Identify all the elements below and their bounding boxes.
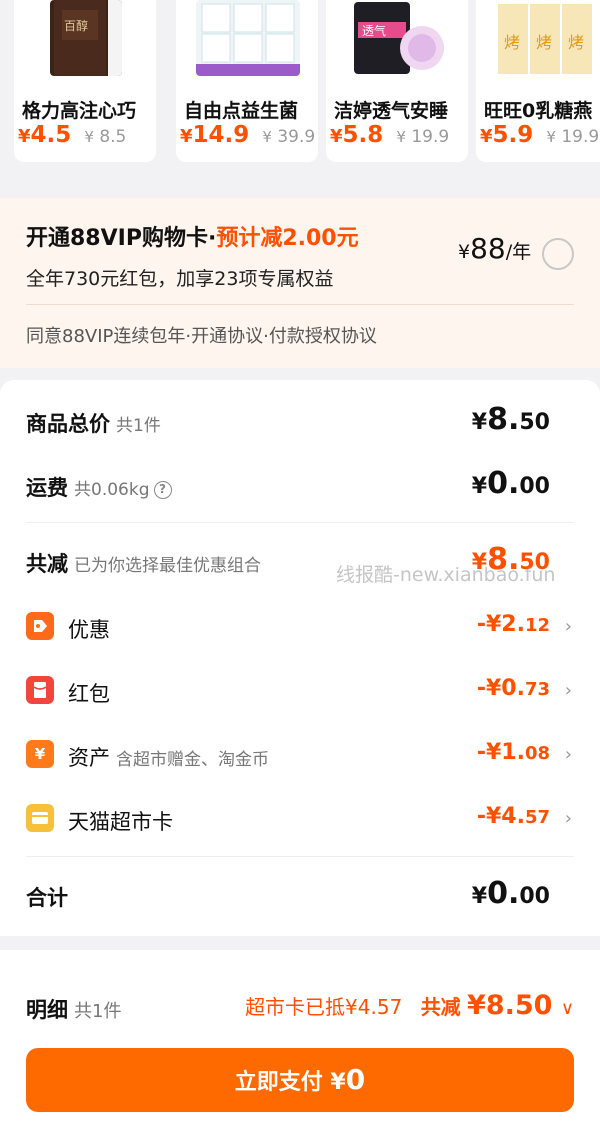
- discount-label: 红包: [68, 682, 110, 706]
- vip-saving: 预计减2.00元: [216, 226, 359, 251]
- vip-select-radio[interactable]: [542, 238, 574, 270]
- divider: [26, 856, 574, 857]
- detail-count: 共1件: [74, 1001, 122, 1022]
- footer-discount-label: 共减: [420, 995, 461, 1019]
- goods-total-amount: ¥8.50: [471, 402, 550, 437]
- vip-card-offer[interactable]: 开通88VIP购物卡·预计减2.00元 全年730元红包，加享23项专属权益 ¥…: [0, 198, 600, 368]
- discount-note: 含超市赠金、淘金币: [116, 750, 269, 770]
- card-deducted-text: 超市卡已抵¥4.57: [245, 995, 403, 1019]
- divider: [26, 522, 574, 523]
- discount-label: 优惠: [68, 618, 110, 642]
- product-price: 14.9: [192, 122, 250, 148]
- goods-count: 共1件: [116, 416, 161, 436]
- tag-icon: [26, 612, 54, 640]
- detail-label: 明细: [26, 998, 68, 1022]
- discount-row-red-packet[interactable]: 红包 -¥0.73 ›: [0, 672, 600, 712]
- vip-agreement-link[interactable]: 同意88VIP连续包年·开通协议·付款授权协议: [26, 322, 377, 348]
- price-currency: ¥: [330, 126, 343, 147]
- product-original-price: ¥ 19.9: [396, 127, 450, 147]
- discount-amount: -¥1.08: [476, 740, 550, 765]
- product-price: 5.8: [342, 122, 384, 148]
- product-card[interactable]: 自由点益生菌 ¥14.9 ¥ 39.9: [176, 0, 318, 162]
- product-original-price: ¥ 19.9: [546, 127, 600, 147]
- vip-offer-subtitle: 全年730元红包，加享23项专属权益: [26, 268, 334, 290]
- shipping-row: 运费 共0.06kg? ¥0.00: [0, 466, 600, 506]
- order-summary: 商品总价 共1件 ¥8.50 运费 共0.06kg? ¥0.00 共减 已为你选择最佳…: [0, 380, 600, 936]
- discount-row-tmall-card[interactable]: 天猫超市卡 -¥4.57 ›: [0, 800, 600, 840]
- goods-total-row: 商品总价 共1件 ¥8.50: [0, 402, 600, 442]
- asset-yen-icon: ¥: [26, 740, 54, 768]
- footer-discount-amount: ¥8.50: [467, 990, 553, 1021]
- goods-total-label: 商品总价: [26, 412, 110, 436]
- price-currency: ¥: [180, 126, 193, 147]
- total-discount-note: 已为你选择最佳优惠组合: [74, 556, 261, 576]
- svg-text:烤: 烤: [568, 33, 584, 52]
- vip-price: ¥88/年: [458, 232, 532, 265]
- product-name: 洁婷透气安睡: [334, 100, 449, 122]
- recommended-products-strip: 百醇 格力高注心巧 ¥4.5 ¥ 8.5 自由点益生菌 ¥14.9 ¥ 39.9…: [0, 0, 600, 186]
- product-card[interactable]: 烤 烤 烤 旺旺0乳糖燕 ¥5.9 ¥ 19.9: [476, 0, 600, 162]
- discount-label: 资产: [68, 746, 110, 770]
- chevron-right-icon: ›: [564, 808, 572, 829]
- chevron-right-icon: ›: [564, 680, 572, 701]
- product-price: 4.5: [30, 122, 72, 148]
- discount-amount: -¥2.12: [476, 612, 550, 637]
- svg-text:烤: 烤: [536, 33, 552, 52]
- product-price: 5.9: [492, 122, 534, 148]
- svg-text:烤: 烤: [504, 33, 520, 52]
- product-name: 旺旺0乳糖燕: [484, 100, 593, 122]
- discount-label: 天猫超市卡: [68, 810, 173, 834]
- discount-amount: -¥4.57: [476, 804, 550, 829]
- product-name: 自由点益生菌: [184, 100, 299, 122]
- product-card[interactable]: 百醇 格力高注心巧 ¥4.5 ¥ 8.5: [14, 0, 156, 162]
- divider: [26, 304, 574, 305]
- card-icon: [26, 804, 54, 832]
- footer-summary[interactable]: 超市卡已抵¥4.57 共减 ¥8.50 ∨: [245, 990, 574, 1021]
- product-card[interactable]: 透气 洁婷透气安睡 ¥5.8 ¥ 19.9: [326, 0, 468, 162]
- product-image: 百醇: [50, 0, 122, 76]
- product-image: [196, 0, 300, 76]
- detail-toggle[interactable]: 明细 共1件: [26, 994, 121, 1024]
- price-currency: ¥: [18, 126, 31, 147]
- chevron-right-icon: ›: [564, 616, 572, 637]
- grand-total-row: 合计 ¥0.00: [0, 876, 600, 916]
- shipping-weight: 共0.06kg: [74, 480, 150, 500]
- product-image: 透气: [350, 0, 446, 76]
- chevron-right-icon: ›: [564, 744, 572, 765]
- help-icon[interactable]: ?: [153, 481, 172, 499]
- shipping-amount: ¥0.00: [471, 466, 550, 501]
- price-currency: ¥: [480, 126, 493, 147]
- svg-text:透气: 透气: [362, 23, 386, 38]
- red-packet-icon: [26, 676, 54, 704]
- product-name: 格力高注心巧: [22, 100, 137, 122]
- pay-now-button[interactable]: 立即支付 ¥0: [26, 1048, 574, 1112]
- discount-amount: -¥0.73: [476, 676, 550, 701]
- product-original-price: ¥ 8.5: [84, 127, 127, 147]
- shipping-label: 运费: [26, 476, 68, 500]
- discount-row-assets[interactable]: ¥ 资产 含超市赠金、淘金币 -¥1.08 ›: [0, 736, 600, 776]
- svg-text:百醇: 百醇: [64, 18, 88, 33]
- grand-total-label: 合计: [26, 886, 68, 910]
- grand-total-amount: ¥0.00: [471, 876, 550, 911]
- product-original-price: ¥ 39.9: [262, 127, 316, 147]
- checkout-footer: 明细 共1件 超市卡已抵¥4.57 共减 ¥8.50 ∨ 立即支付 ¥0: [0, 950, 600, 1136]
- product-image: 烤 烤 烤: [496, 0, 596, 76]
- discount-row-coupon[interactable]: 优惠 -¥2.12 ›: [0, 608, 600, 648]
- total-discount-label: 共减: [26, 552, 68, 576]
- vip-offer-title: 开通88VIP购物卡·预计减2.00元: [26, 226, 359, 251]
- watermark: 线报酷-new.xianbao.fun: [336, 564, 556, 586]
- expand-icon: ∨: [560, 998, 574, 1019]
